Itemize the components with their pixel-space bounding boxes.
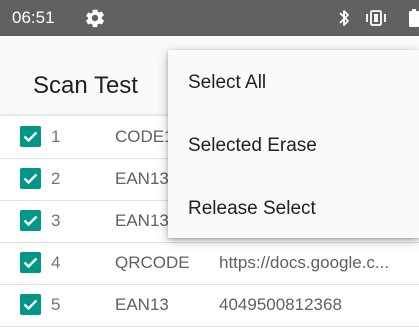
row-type: EAN13: [115, 211, 169, 230]
checkmark-icon: [23, 131, 38, 143]
menu-item-select-all[interactable]: Select All: [188, 72, 266, 94]
gear-icon: [84, 7, 106, 29]
battery-icon: [409, 9, 419, 27]
checkbox[interactable]: [20, 210, 41, 231]
row-type: CODE1: [115, 127, 174, 146]
checkbox[interactable]: [20, 294, 41, 315]
row-code: 4049500812368: [219, 295, 342, 314]
checkmark-icon: [23, 173, 38, 185]
list-item[interactable]: 4 QRCODE https://docs.google.c...: [0, 243, 419, 285]
menu-item-selected-erase[interactable]: Selected Erase: [188, 135, 317, 157]
overflow-menu: Select All Selected Erase Release Select: [168, 50, 419, 238]
row-type: EAN13: [115, 169, 169, 188]
row-index: 1: [51, 127, 61, 146]
row-type: QRCODE: [115, 253, 190, 272]
row-index: 5: [51, 295, 61, 314]
status-bar: 06:51: [0, 0, 419, 36]
checkbox[interactable]: [20, 252, 41, 273]
checkmark-icon: [23, 299, 38, 311]
row-index: 3: [51, 211, 61, 230]
checkmark-icon: [23, 215, 38, 227]
bluetooth-icon: [337, 8, 351, 28]
checkbox[interactable]: [20, 126, 41, 147]
status-icons: [319, 8, 419, 28]
row-code: https://docs.google.c...: [219, 253, 390, 272]
vibrate-icon: [365, 10, 387, 26]
row-index: 4: [51, 253, 61, 272]
row-index: 2: [51, 169, 61, 188]
menu-item-release-select[interactable]: Release Select: [188, 198, 316, 220]
status-time: 06:51: [12, 8, 55, 27]
list-item[interactable]: 5 EAN13 4049500812368: [0, 285, 419, 327]
row-type: EAN13: [115, 295, 169, 314]
page-title: Scan Test: [33, 72, 138, 99]
checkmark-icon: [23, 257, 38, 269]
checkbox[interactable]: [20, 168, 41, 189]
